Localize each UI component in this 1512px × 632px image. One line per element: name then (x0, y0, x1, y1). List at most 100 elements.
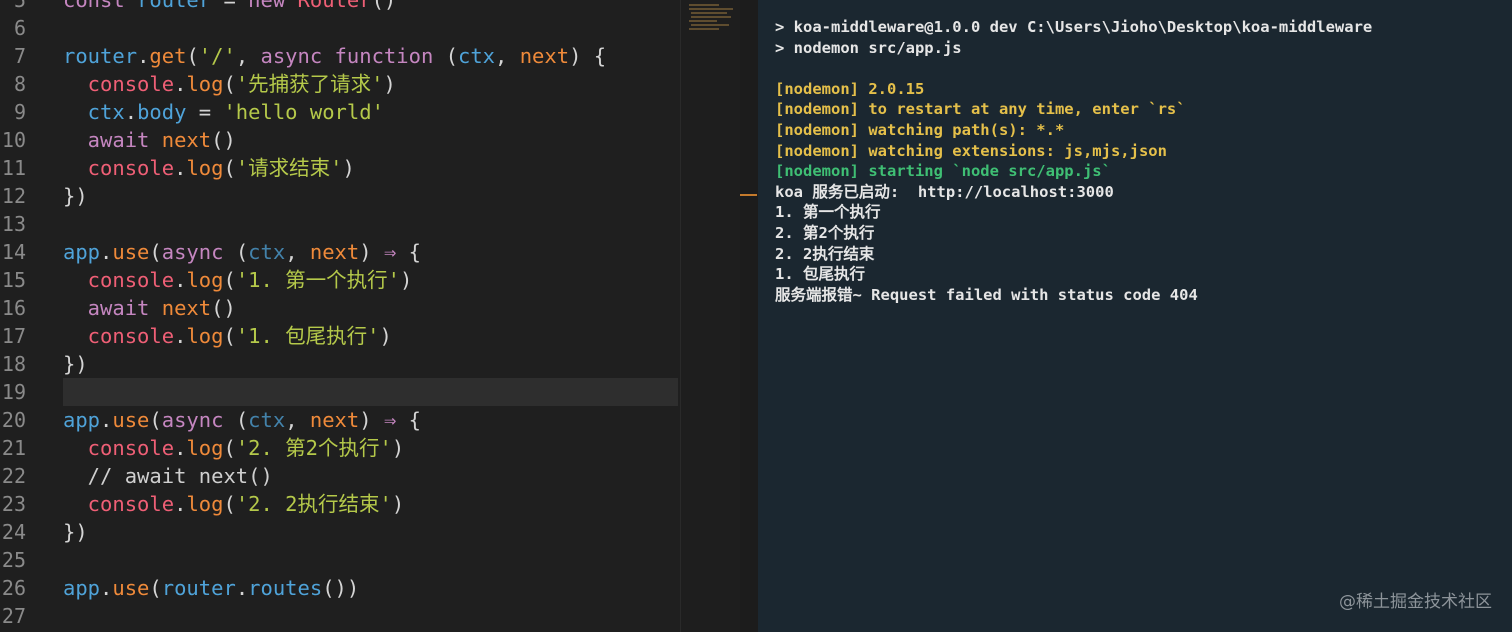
code-token: log (186, 324, 224, 348)
code-line[interactable]: console.log('先捕获了请求') (63, 70, 396, 98)
line-number: 25 (1, 548, 26, 572)
code-token: ()) (322, 576, 360, 600)
code-token: ( (223, 492, 236, 516)
terminal-line: [nodemon] 2.0.15 (775, 79, 925, 98)
code-token: ) (391, 436, 405, 460)
code-token: 'hello world' (223, 100, 384, 124)
code-token: Router (297, 0, 372, 12)
code-token: ⇒ (383, 240, 397, 264)
code-token: next (309, 408, 360, 432)
terminal-line: > nodemon src/app.js (775, 38, 962, 57)
code-token: const (63, 0, 138, 12)
code-line[interactable]: const router = new Router() (63, 0, 396, 14)
code-token: async function (260, 44, 446, 68)
line-number: 6 (13, 16, 26, 40)
line-number: 23 (1, 492, 26, 516)
scroll-position-marker (740, 194, 757, 196)
code-token: }) (63, 184, 88, 208)
minimap[interactable] (680, 0, 741, 632)
code-token: console (63, 436, 175, 460)
line-number: 13 (1, 212, 26, 236)
code-token: { (396, 240, 421, 264)
code-token: ⇒ (383, 408, 397, 432)
code-line[interactable]: // await next() (63, 462, 273, 490)
code-line[interactable]: }) (63, 350, 88, 378)
code-line[interactable]: console.log('1. 第一个执行') (63, 266, 413, 294)
code-token: . (100, 240, 113, 264)
line-number: 18 (1, 352, 26, 376)
code-token: , (285, 408, 310, 432)
line-number: 7 (13, 44, 26, 68)
code-token: . (174, 156, 187, 180)
code-token: . (235, 576, 249, 600)
code-token: '1. 第一个执行' (235, 268, 401, 292)
code-line[interactable]: app.use(router.routes()) (63, 574, 359, 602)
code-line[interactable]: console.log('请求结束') (63, 154, 355, 182)
code-line[interactable]: }) (63, 182, 88, 210)
code-token: next (161, 296, 212, 320)
code-token: '1. 包尾执行' (235, 324, 380, 348)
current-line-highlight (63, 378, 678, 406)
code-line[interactable]: ctx.body = 'hello world' (63, 98, 384, 126)
terminal-line: [nodemon] watching extensions: js,mjs,js… (775, 141, 1167, 160)
terminal-line: 1. 第一个执行 (775, 203, 881, 222)
code-line[interactable]: app.use(async (ctx, next) ⇒ { (63, 406, 421, 434)
line-number: 11 (1, 156, 26, 180)
code-token: ( (149, 240, 162, 264)
code-token: . (124, 100, 138, 124)
code-token: ) (400, 268, 413, 292)
line-number: 26 (1, 576, 26, 600)
line-number: 21 (1, 436, 26, 460)
code-token: ( (149, 408, 162, 432)
code-token: () (211, 296, 236, 320)
code-token: router (161, 576, 236, 600)
code-token: . (137, 44, 150, 68)
code-line[interactable]: await next() (63, 294, 236, 322)
code-token: body (137, 100, 187, 124)
code-token: log (186, 72, 224, 96)
code-token: '/' (198, 44, 236, 68)
code-line[interactable]: await next() (63, 126, 236, 154)
code-token: ) (379, 324, 392, 348)
code-token: () (211, 128, 236, 152)
code-token: ctx (63, 100, 125, 124)
code-token: console (63, 324, 175, 348)
code-token: , (235, 44, 261, 68)
code-token: ( (223, 268, 236, 292)
code-token: = (186, 100, 224, 124)
line-number: 10 (1, 128, 26, 152)
code-token: . (174, 268, 187, 292)
code-token: ) (342, 156, 355, 180)
code-line[interactable]: console.log('2. 第2个执行') (63, 434, 405, 462)
code-line[interactable]: console.log('1. 包尾执行') (63, 322, 392, 350)
code-token: use (112, 240, 150, 264)
code-token: ( (149, 576, 162, 600)
line-number: 15 (1, 268, 26, 292)
code-editor[interactable]: 5 6 7 8 9 10 11 12 13 14 15 16 17 18 19 20 21 22 23 24 25 26 2… (0, 0, 680, 632)
code-token: () (371, 0, 397, 12)
code-token: '2. 第2个执行' (235, 436, 392, 460)
terminal-panel[interactable]: > koa-middleware@1.0.0 dev C:\Users\Jioh… (758, 0, 1512, 632)
code-token: use (112, 408, 150, 432)
code-line[interactable]: app.use(async (ctx, next) ⇒ { (63, 238, 421, 266)
terminal-line: [nodemon] to restart at any time, enter … (775, 100, 1186, 119)
terminal-line: > koa-middleware@1.0.0 dev C:\Users\Jioh… (775, 18, 1373, 36)
code-token: log (186, 156, 224, 180)
code-token: . (174, 436, 187, 460)
terminal-line: 服务端报错~ Request failed with status code 4… (775, 285, 1198, 304)
code-token: ( (186, 44, 199, 68)
code-token: ctx (457, 44, 496, 68)
code-token: console (63, 492, 175, 516)
code-line[interactable]: }) (63, 518, 88, 546)
code-token: ) (391, 492, 405, 516)
code-line[interactable]: console.log('2. 2执行结束') (63, 490, 405, 518)
code-line[interactable]: router.get('/', async function (ctx, nex… (63, 42, 606, 70)
code-token: // await next() (63, 464, 273, 488)
code-token: next (519, 44, 570, 68)
panel-splitter[interactable] (740, 0, 758, 632)
line-number: 16 (1, 296, 26, 320)
watermark: @稀土掘金技术社区 (1339, 592, 1492, 612)
code-token: log (186, 492, 224, 516)
code-token: '先捕获了请求' (235, 72, 384, 96)
code-token: , (285, 240, 310, 264)
